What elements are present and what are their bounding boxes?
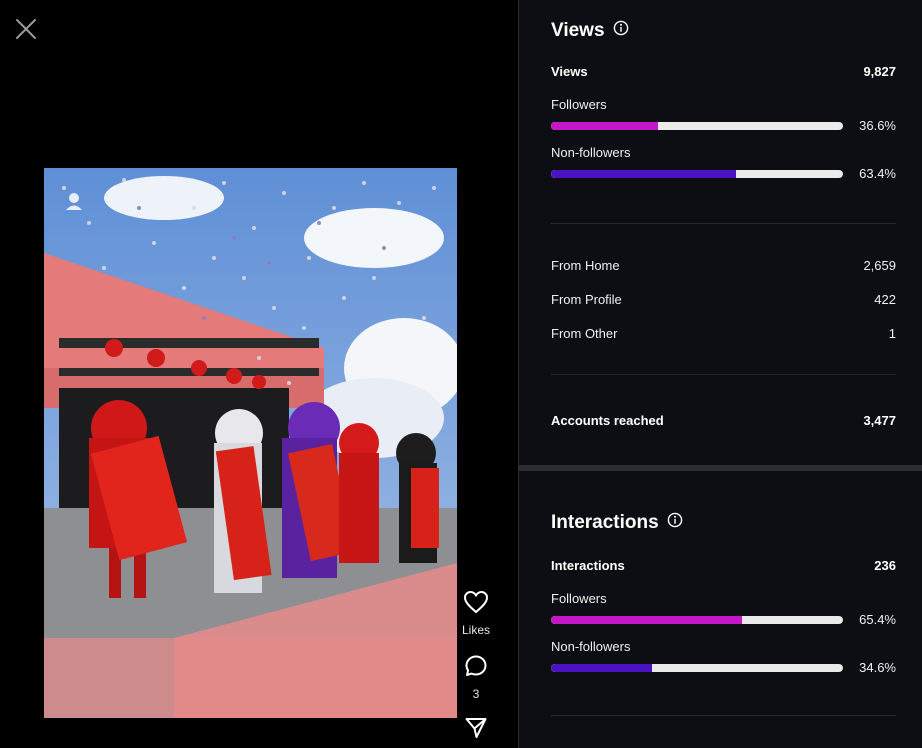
post-photo (44, 168, 457, 718)
accounts-reached-row: Accounts reached 3,477 (551, 413, 896, 428)
interactions-total-row: Interactions 236 (551, 558, 896, 573)
accounts-reached-value: 3,477 (863, 413, 896, 428)
interactions-followers-label: Followers (551, 591, 607, 606)
interactions-total-value: 236 (874, 558, 896, 573)
source-label: From Home (551, 258, 620, 273)
close-icon[interactable] (14, 17, 38, 41)
interactions-followers-pct: 65.4% (859, 612, 896, 627)
share-action[interactable] (458, 716, 494, 745)
views-nonfollowers-bar-fill (551, 169, 737, 178)
comment-action[interactable]: 3 (458, 654, 494, 701)
views-followers-pct: 36.6% (859, 118, 896, 133)
views-nonfollowers-bar (551, 169, 843, 178)
comment-icon[interactable] (458, 654, 494, 683)
views-followers-label: Followers (551, 97, 607, 112)
accounts-reached: Accounts reached 3,477 (551, 413, 896, 428)
interactions-nonfollowers-block: Non-followers 34.6% (551, 639, 896, 675)
info-icon[interactable] (613, 20, 629, 42)
divider (551, 223, 896, 224)
divider (551, 374, 896, 375)
interactions-nonfollowers-bar-fill (551, 663, 653, 672)
views-total-label: Views (551, 64, 588, 79)
source-value: 1 (888, 326, 896, 341)
views-nonfollowers-label: Non-followers (551, 145, 631, 160)
views-followers-bar (551, 121, 843, 130)
source-value: 2,659 (863, 258, 896, 273)
send-icon[interactable] (458, 716, 494, 745)
source-value: 422 (874, 292, 896, 307)
comments-count: 3 (472, 687, 480, 701)
views-title-row: Views (551, 20, 896, 42)
views-nonfollowers-block: Non-followers 63.4% (551, 145, 896, 181)
interactions-nonfollowers-pct: 34.6% (859, 660, 896, 675)
source-row-profile: From Profile 422 (551, 292, 896, 307)
interactions-followers-bar-fill (551, 615, 742, 624)
source-label: From Other (551, 326, 618, 341)
interactions-section: Interactions Interactions 236 Followers … (551, 512, 896, 675)
interactions-followers-bar (551, 615, 843, 624)
likes-label: Likes (461, 623, 490, 637)
views-total-row: Views 9,827 (551, 64, 896, 79)
source-row-home: From Home 2,659 (551, 258, 896, 273)
interactions-nonfollowers-label: Non-followers (551, 639, 631, 654)
views-total-value: 9,827 (863, 64, 896, 79)
info-icon[interactable] (667, 512, 683, 534)
like-action[interactable]: Likes (458, 590, 494, 637)
divider (551, 715, 896, 716)
section-separator (519, 465, 922, 471)
accounts-reached-label: Accounts reached (551, 413, 664, 428)
source-label: From Profile (551, 292, 622, 307)
interactions-total-label: Interactions (551, 558, 625, 573)
interactions-title-row: Interactions (551, 512, 896, 534)
interactions-nonfollowers-bar (551, 663, 843, 672)
source-row-other: From Other 1 (551, 326, 896, 341)
media-viewer: Likes 3 (0, 0, 518, 748)
views-title: Views (551, 20, 605, 41)
views-nonfollowers-pct: 63.4% (859, 166, 896, 181)
views-sources: From Home 2,659 From Profile 422 From Ot… (551, 258, 896, 341)
interactions-title: Interactions (551, 512, 659, 533)
heart-icon[interactable] (458, 590, 494, 619)
interactions-followers-block: Followers 65.4% (551, 591, 896, 627)
insights-panel: Views Views 9,827 Followers 36.6% Non-fo… (519, 0, 922, 748)
views-followers-bar-fill (551, 121, 658, 130)
views-followers-block: Followers 36.6% (551, 97, 896, 133)
views-section: Views Views 9,827 Followers 36.6% Non-fo… (551, 20, 896, 181)
